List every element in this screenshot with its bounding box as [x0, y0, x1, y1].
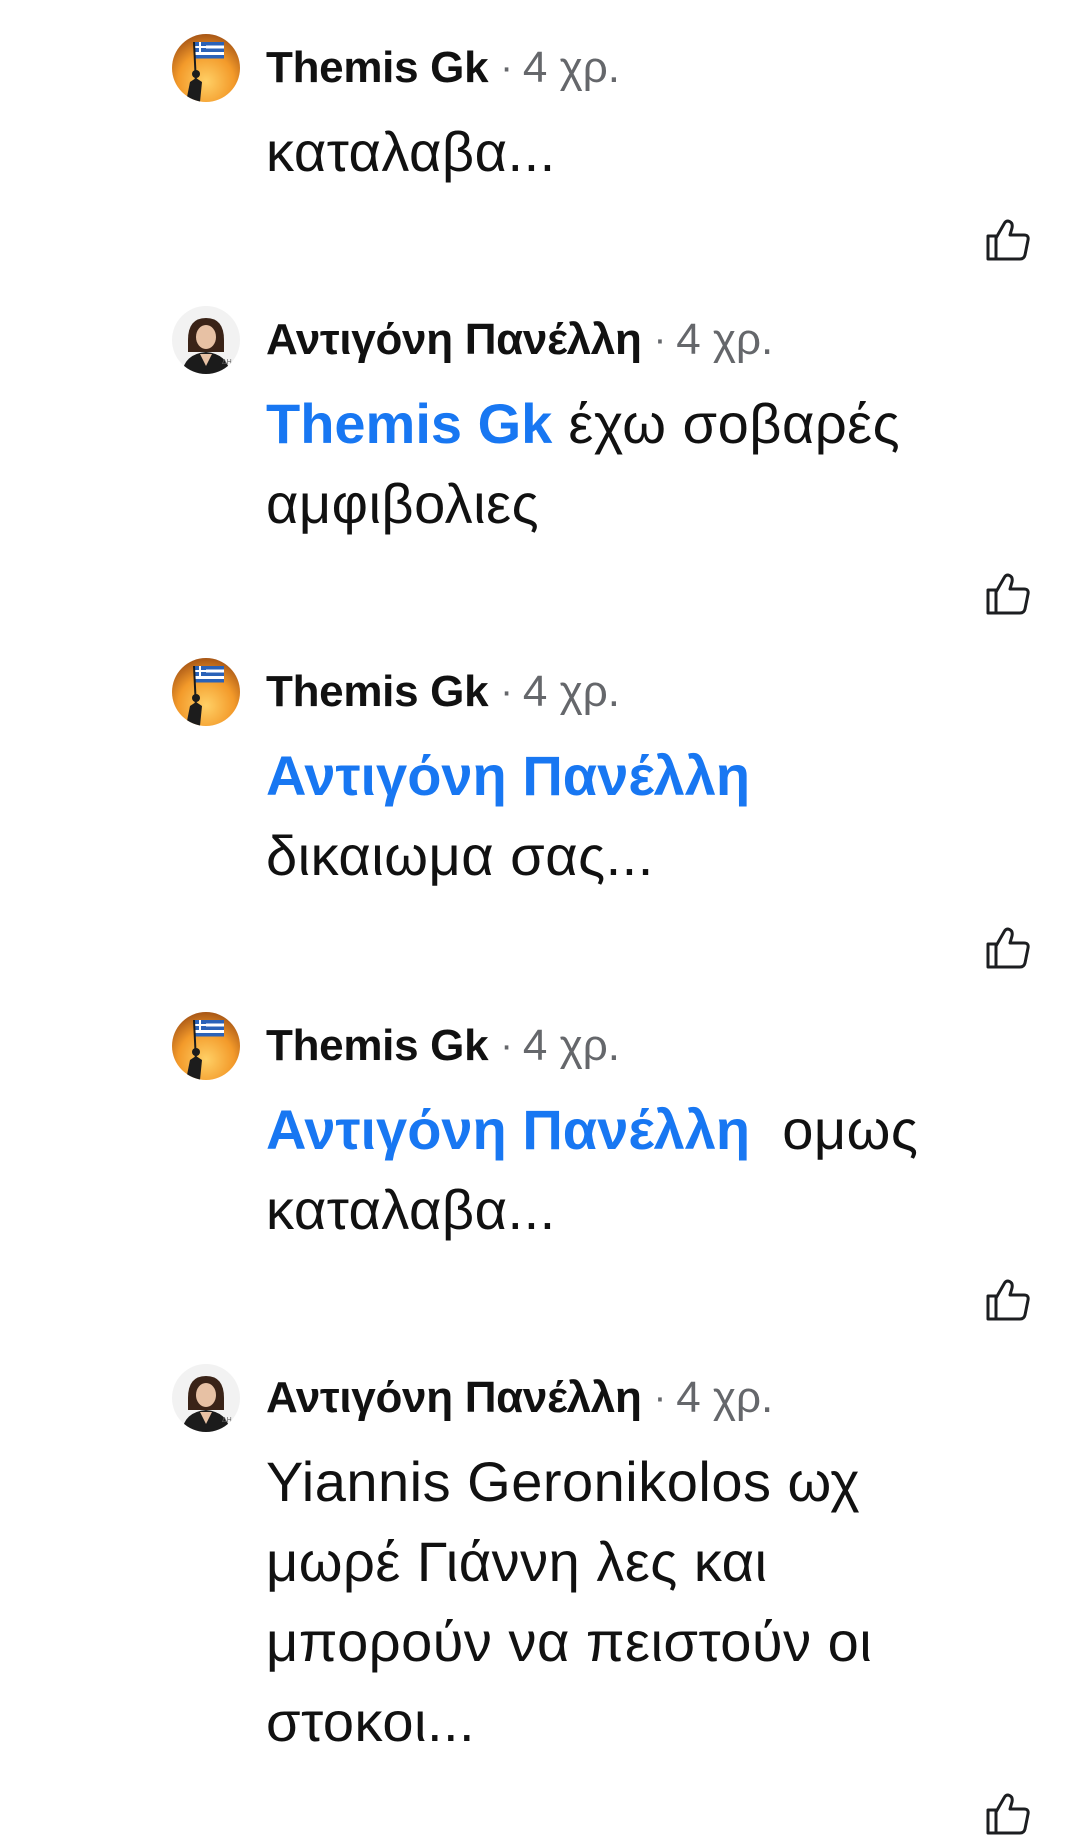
meta-separator: ·: [500, 46, 513, 89]
comment-text-line: Αντιγόνη Πανέλλη ομως: [266, 1090, 1026, 1170]
author-name[interactable]: Themis Gk: [266, 667, 489, 717]
comment-text-line: αμφιβολιες: [266, 472, 540, 535]
flag-silhouette-avatar-icon[interactable]: [172, 34, 240, 102]
timestamp[interactable]: 4 χρ.: [523, 43, 620, 93]
comment-meta: Themis Gk · 4 χρ.: [266, 1012, 620, 1080]
comment-meta: Αντιγόνη Πανέλλη · 4 χρ.: [266, 306, 773, 374]
flag-silhouette-avatar-icon[interactable]: [172, 658, 240, 726]
portrait-avatar-icon[interactable]: [172, 1364, 240, 1432]
comment-text-line: μπορούν να πειστούν οι: [266, 1610, 873, 1673]
flag-silhouette-avatar-icon[interactable]: [172, 1012, 240, 1080]
comment-body: Αντιγόνη Πανέλλη ομως καταλαβα...: [266, 1090, 1026, 1250]
comment-meta: Themis Gk · 4 χρ.: [266, 658, 620, 726]
mention-link[interactable]: Themis Gk: [266, 392, 552, 455]
comment-text-line: Yiannis Geronikolos ωχ: [266, 1450, 861, 1513]
thumbs-up-icon[interactable]: [984, 216, 1032, 264]
thumbs-up-icon[interactable]: [984, 570, 1032, 618]
comment-text: ομως: [750, 1098, 919, 1161]
comment-body: καταλαβα...: [266, 112, 1026, 192]
comment-text-line: στοκοι...: [266, 1690, 476, 1753]
thumbs-up-icon[interactable]: [984, 1276, 1032, 1324]
author-name[interactable]: Αντιγόνη Πανέλλη: [266, 1373, 642, 1423]
timestamp[interactable]: 4 χρ.: [676, 315, 773, 365]
timestamp[interactable]: 4 χρ.: [523, 667, 620, 717]
meta-separator: ·: [653, 1376, 667, 1419]
author-name[interactable]: Themis Gk: [266, 1021, 489, 1071]
comment-text-line: καταλαβα...: [266, 120, 556, 183]
comment-text-line: Themis Gk έχω σοβαρές: [266, 384, 1026, 464]
timestamp[interactable]: 4 χρ.: [676, 1373, 773, 1423]
meta-separator: ·: [500, 1024, 513, 1067]
comment-meta: Αντιγόνη Πανέλλη · 4 χρ.: [266, 1364, 773, 1432]
comment-body: Yiannis Geronikolos ωχ μωρέ Γιάννη λες κ…: [266, 1442, 1026, 1762]
thumbs-up-icon[interactable]: [984, 924, 1032, 972]
comment-body: Themis Gk έχω σοβαρές αμφιβολιες: [266, 384, 1026, 544]
comment-text: έχω σοβαρές: [552, 392, 901, 455]
meta-separator: ·: [500, 670, 513, 713]
comment-text-line: μωρέ Γιάννη λες και: [266, 1530, 768, 1593]
author-name[interactable]: Themis Gk: [266, 43, 489, 93]
meta-separator: ·: [653, 318, 667, 361]
author-name[interactable]: Αντιγόνη Πανέλλη: [266, 315, 642, 365]
thumbs-up-icon[interactable]: [984, 1790, 1032, 1838]
comment-meta: Themis Gk · 4 χρ.: [266, 34, 620, 102]
mention-link[interactable]: Αντιγόνη Πανέλλη: [266, 1098, 750, 1161]
portrait-avatar-icon[interactable]: [172, 306, 240, 374]
timestamp[interactable]: 4 χρ.: [523, 1021, 620, 1071]
comment-text-line: Αντιγόνη Πανέλλη: [266, 736, 1026, 816]
comment-text-line: καταλαβα...: [266, 1178, 556, 1241]
mention-link[interactable]: Αντιγόνη Πανέλλη: [266, 744, 750, 807]
comment-text-line: δικαιωμα σας...: [266, 824, 654, 887]
comment-body: Αντιγόνη Πανέλλη δικαιωμα σας...: [266, 736, 1026, 896]
